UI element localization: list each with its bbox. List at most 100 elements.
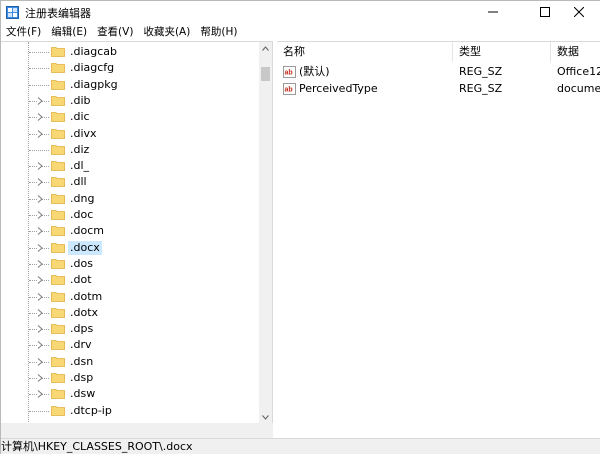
tree-item[interactable]: .docm: [1, 223, 259, 239]
tree-item-label: .diagcfg: [70, 61, 115, 75]
menu-help[interactable]: 帮助(H): [195, 23, 242, 41]
tree-item[interactable]: .diz: [1, 142, 259, 158]
tree-item-label: .docm: [70, 224, 104, 238]
value-row[interactable]: ab PerceivedType REG_SZ documer: [277, 81, 600, 97]
tree-item-label: .dl_: [70, 159, 90, 173]
value-row[interactable]: ab (默认) REG_SZ Office12.: [277, 64, 600, 80]
tree-item-label: .dsw: [70, 387, 96, 401]
chevron-right-icon[interactable]: [35, 373, 45, 383]
tree-item[interactable]: .divx: [1, 126, 259, 142]
registry-editor-window: 注册表编辑器 文件(F) 编辑(E) 查看(V) 收藏夹(A) 帮助(H) .d…: [0, 0, 600, 454]
scroll-down-button[interactable]: [259, 411, 272, 423]
folder-icon: [51, 324, 65, 334]
folder-icon: [51, 291, 65, 302]
tree-item[interactable]: .dotm: [1, 289, 259, 305]
title-bar[interactable]: 注册表编辑器: [1, 1, 600, 23]
tree-item-label: .dll: [70, 175, 87, 189]
tree-item-label: .dng: [70, 191, 95, 205]
tree-item[interactable]: .diagcfg: [1, 60, 259, 76]
chevron-right-icon[interactable]: [35, 161, 45, 171]
minimize-button[interactable]: [471, 1, 515, 23]
tree-item[interactable]: .docx: [1, 240, 259, 256]
chevron-right-icon[interactable]: [35, 112, 45, 122]
tree-item[interactable]: .dic: [1, 109, 259, 125]
folder-icon: [51, 161, 65, 171]
value-type: REG_SZ: [459, 65, 503, 78]
string-value-icon: ab: [283, 83, 296, 95]
key-tree-pane[interactable]: .diagcab .diagcfg .diagpkg .dib .dic .divx .di…: [1, 41, 273, 423]
tree-item-label: .dtcp-ip: [70, 403, 112, 417]
close-button[interactable]: [557, 1, 600, 23]
folder-icon: [51, 193, 65, 204]
values-pane[interactable]: 名称 类型 数据 ab (默认) REG_SZ Office12. ab Perceive…: [277, 41, 600, 423]
folder-icon: [51, 47, 65, 57]
scroll-thumb[interactable]: [261, 67, 270, 81]
tree-item[interactable]: .diagpkg: [1, 77, 259, 93]
chevron-right-icon[interactable]: [35, 226, 45, 236]
chevron-right-icon[interactable]: [35, 340, 45, 350]
tree-item[interactable]: .dtcp-ip: [1, 403, 259, 419]
svg-text:ab: ab: [285, 70, 293, 77]
tree-connector: [29, 52, 49, 53]
column-header-type[interactable]: 类型: [453, 42, 551, 62]
tree-item[interactable]: .diagcab: [1, 44, 259, 60]
tree-item[interactable]: .dll: [1, 174, 259, 190]
values-horizontal-area: [277, 423, 600, 438]
tree-item-label: .diz: [70, 142, 90, 156]
chevron-right-icon[interactable]: [35, 324, 45, 334]
tree-item-label: .docx: [68, 240, 102, 255]
chevron-right-icon[interactable]: [35, 177, 45, 187]
minimize-icon: [488, 11, 498, 13]
tree-item[interactable]: .dl_: [1, 158, 259, 174]
tree-item[interactable]: .dsw: [1, 386, 259, 402]
folder-icon: [51, 356, 65, 367]
chevron-right-icon[interactable]: [35, 389, 45, 399]
column-header-data[interactable]: 数据: [551, 42, 600, 62]
tree-connector: [29, 68, 49, 70]
chevron-right-icon[interactable]: [35, 210, 45, 220]
tree-item[interactable]: .dot: [1, 272, 259, 288]
chevron-right-icon[interactable]: [35, 129, 45, 139]
chevron-right-icon[interactable]: [35, 275, 45, 285]
chevron-right-icon[interactable]: [35, 96, 45, 106]
folder-icon: [51, 210, 65, 220]
scroll-up-button[interactable]: [259, 42, 272, 55]
maximize-icon: [540, 7, 550, 17]
tree-item[interactable]: .doc: [1, 207, 259, 223]
value-name: PerceivedType: [299, 82, 378, 95]
tree-item-label: .diagcab: [70, 45, 118, 58]
tree-item[interactable]: .dsn: [1, 354, 259, 370]
menu-view[interactable]: 查看(V): [92, 23, 138, 41]
tree-item[interactable]: .dng: [1, 191, 259, 207]
tree-vertical-scrollbar[interactable]: [259, 42, 272, 423]
value-type: REG_SZ: [459, 82, 503, 95]
tree-item[interactable]: .dotx: [1, 305, 259, 321]
menu-edit[interactable]: 编辑(E): [46, 23, 92, 41]
column-header-name[interactable]: 名称: [277, 42, 453, 62]
status-path: 计算机\HKEY_CLASSES_ROOT\.docx: [1, 440, 193, 453]
tree-item-label: .drv: [70, 338, 92, 352]
folder-icon: [51, 373, 65, 383]
chevron-right-icon[interactable]: [35, 292, 45, 302]
tree-item[interactable]: .dps: [1, 321, 259, 337]
tree-item[interactable]: .drv: [1, 337, 259, 353]
tree-connector: [29, 149, 49, 151]
tree-horizontal-scrollbar[interactable]: [1, 423, 273, 438]
folder-icon: [51, 128, 65, 139]
tree-item-label: .dos: [70, 256, 93, 270]
tree-item-label: .divx: [70, 126, 97, 140]
tree-item-label: .dib: [70, 93, 91, 107]
close-icon: [574, 7, 584, 17]
tree-item[interactable]: .dib: [1, 93, 259, 109]
chevron-right-icon[interactable]: [35, 357, 45, 367]
menu-file[interactable]: 文件(F): [1, 23, 46, 41]
chevron-right-icon[interactable]: [35, 194, 45, 204]
chevron-right-icon[interactable]: [35, 308, 45, 318]
menu-favorites[interactable]: 收藏夹(A): [138, 23, 195, 41]
chevron-right-icon[interactable]: [35, 243, 45, 253]
tree-item[interactable]: .dsp: [1, 370, 259, 386]
value-data: documer: [557, 82, 600, 95]
chevron-right-icon[interactable]: [35, 259, 45, 269]
tree-item-label: .dsp: [70, 371, 94, 384]
tree-item[interactable]: .dos: [1, 256, 259, 272]
